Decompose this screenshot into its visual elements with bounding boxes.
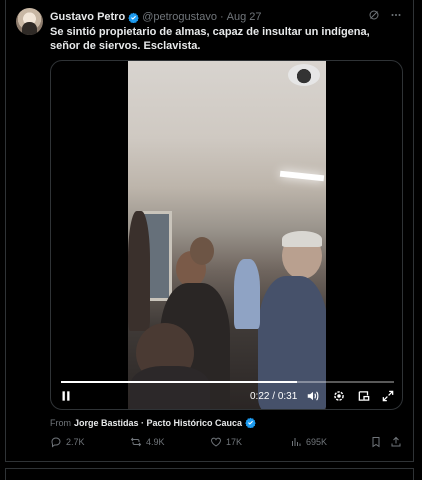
video-player[interactable]: 0:22 / 0:31 — [50, 60, 403, 410]
video-progress-bar[interactable] — [61, 381, 394, 383]
video-time: 0:22 / 0:31 — [250, 391, 297, 402]
author-handle[interactable]: @petrogustavo — [142, 11, 217, 23]
fullscreen-icon[interactable] — [381, 389, 395, 403]
source-verified-badge-icon — [245, 417, 256, 428]
video-time-separator: / — [272, 391, 276, 402]
grok-icon[interactable] — [368, 9, 380, 21]
next-tweet-card[interactable] — [5, 468, 414, 480]
reply-icon — [51, 437, 61, 448]
tweet-header: Gustavo Petro @petrogustavo · Aug 27 — [50, 9, 262, 25]
pip-icon[interactable] — [357, 389, 371, 403]
author-name[interactable]: Gustavo Petro — [50, 11, 125, 23]
video-progress-fill — [61, 381, 298, 383]
views-icon — [292, 438, 301, 446]
tweet-actions: 2.7K 4.9K 17K 695K — [50, 436, 405, 452]
verified-badge-icon — [128, 12, 139, 23]
person-back-head — [190, 237, 214, 265]
source-name[interactable]: Jorge Bastidas · Pacto Histórico Cauca — [74, 418, 242, 428]
video-source: From Jorge Bastidas · Pacto Histórico Ca… — [50, 417, 259, 428]
avatar[interactable] — [16, 8, 43, 35]
bookmark-button[interactable] — [370, 436, 382, 448]
volume-icon[interactable] — [306, 389, 320, 403]
pause-icon[interactable] — [59, 389, 73, 403]
ceiling-light — [279, 170, 325, 182]
settings-icon[interactable] — [332, 389, 346, 403]
video-current-time: 0:22 — [250, 391, 270, 402]
security-camera — [288, 64, 320, 86]
like-button[interactable]: 17K — [210, 436, 242, 448]
like-count: 17K — [226, 437, 243, 447]
video-control-row: 0:22 / 0:31 — [51, 387, 402, 407]
repost-count: 4.9K — [146, 437, 165, 447]
reply-button[interactable]: 2.7K — [50, 436, 85, 448]
like-icon — [211, 437, 221, 447]
share-icon — [391, 436, 401, 447]
share-button[interactable] — [390, 436, 402, 448]
source-prefix: From — [50, 417, 71, 428]
person-left-arm — [128, 211, 150, 331]
reply-count: 2.7K — [66, 437, 85, 447]
person-gray-hair — [282, 231, 322, 247]
views-button[interactable]: 695K — [290, 436, 327, 448]
repost-icon — [130, 437, 142, 447]
tweet-date[interactable]: Aug 27 — [227, 11, 262, 23]
video-frame[interactable] — [128, 61, 326, 409]
header-separator: · — [219, 11, 224, 23]
person-blue-shirt — [234, 259, 260, 329]
tweet-top-actions — [368, 9, 402, 21]
video-duration: 0:31 — [277, 391, 298, 402]
views-count: 695K — [306, 437, 328, 447]
more-icon[interactable] — [390, 9, 402, 21]
bookmark-icon — [372, 437, 380, 448]
tweet-text: Se sintió propietario de almas, capaz de… — [50, 26, 370, 52]
video-controls: 0:22 / 0:31 — [51, 381, 402, 409]
repost-button[interactable]: 4.9K — [130, 436, 165, 448]
